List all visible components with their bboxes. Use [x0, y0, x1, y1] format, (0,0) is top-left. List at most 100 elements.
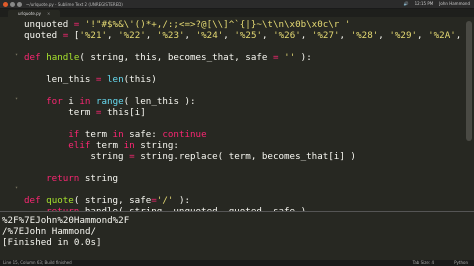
status-bar: Line 15, Column 63; Build finished Tab S…: [0, 260, 474, 266]
console-line: /%7EJohn Hammond/: [2, 226, 97, 237]
code-token: term: [79, 129, 113, 140]
tab-close-icon[interactable]: ×: [47, 10, 50, 17]
fold-arrow-icon[interactable]: ▾: [15, 96, 18, 102]
code-token: continue: [162, 129, 207, 140]
code-token: '%27': [311, 30, 340, 41]
close-window-button[interactable]: [3, 1, 8, 7]
code-token: len_this: [24, 74, 96, 85]
code-token: unquoted: [24, 19, 74, 30]
code-token: ,: [339, 30, 351, 41]
code-token: safe:: [123, 129, 163, 140]
code-token: ,: [262, 30, 274, 41]
code-token: ,: [378, 30, 390, 41]
code-token: ( len_this ):: [123, 96, 196, 107]
code-token: ,: [107, 30, 119, 41]
code-token: in: [112, 129, 124, 140]
code-token: '!"#$%&\'()*+,/:;<=>?@[\\]^`{|}~\t\n\x0b…: [79, 19, 351, 30]
code-token: handle: [46, 52, 80, 63]
code-token: if: [68, 129, 80, 140]
code-token: string: [24, 151, 130, 162]
build-output-panel: %2F%7EJohn%20Hammond%2F/%7EJohn Hammond/…: [0, 211, 474, 261]
code-line[interactable]: return string: [24, 173, 118, 184]
code-token: string.replace( term, becomes_that[i] ): [134, 151, 356, 162]
code-token: '%2A': [428, 30, 456, 41]
code-token: ,: [300, 30, 312, 41]
code-line[interactable]: if term in safe: continue: [24, 129, 207, 140]
user-menu[interactable]: John Hammond: [439, 1, 470, 6]
window-title: ~/urlquote.py - Sublime Text 2 (UNREGIST…: [26, 1, 123, 7]
vertical-scrollbar[interactable]: [464, 17, 474, 211]
tab-bar: urlquote.py ×: [0, 9, 474, 17]
code-token: in: [79, 96, 91, 107]
code-token: '%25': [234, 30, 263, 41]
console-line: [Finished in 0.0s]: [2, 237, 102, 248]
scrollbar-thumb[interactable]: [466, 21, 472, 141]
code-token: term: [24, 107, 96, 118]
code-token: '/': [156, 195, 174, 206]
os-title-bar: ~/urlquote.py - Sublime Text 2 (UNREGIST…: [0, 0, 474, 9]
code-line[interactable]: term = this[i]: [24, 107, 146, 118]
code-token: len: [107, 74, 124, 85]
volume-icon[interactable]: 🔊: [404, 1, 409, 6]
code-token: ( string, safe: [73, 195, 152, 206]
minimize-window-button[interactable]: [10, 1, 15, 7]
code-editor[interactable]: ▾ ▾ ▾ ▾ unquoted = '!"#$%&\'()*+,/:;<=>?…: [0, 17, 474, 224]
code-token: return: [46, 173, 80, 184]
code-token: def: [24, 52, 41, 63]
system-tray: 🔊 12:15 PM John Hammond: [404, 1, 470, 6]
fold-arrow-icon[interactable]: ▾: [15, 185, 18, 191]
code-line[interactable]: quoted = ['%21', '%22', '%23', '%24', '%…: [24, 30, 462, 41]
code-token: '%29': [389, 30, 418, 41]
code-line[interactable]: len_this = len(this): [24, 74, 157, 85]
code-token: ,: [184, 30, 196, 41]
code-token: i: [62, 96, 80, 107]
window-controls: [3, 1, 22, 7]
code-token: this[i]: [101, 107, 146, 118]
code-line[interactable]: def quote( string, safe='/' ):: [24, 195, 190, 206]
tab-urlquote[interactable]: urlquote.py ×: [8, 10, 61, 17]
tab-label: urlquote.py: [18, 11, 42, 16]
maximize-window-button[interactable]: [17, 1, 22, 7]
code-area[interactable]: unquoted = '!"#$%&\'()*+,/:;<=>?@[\\]^`{…: [22, 17, 462, 211]
console-line: %2F%7EJohn%20Hammond%2F: [2, 215, 130, 226]
code-token: ,: [455, 30, 462, 41]
code-token: ):: [295, 52, 312, 63]
code-token: term: [90, 140, 124, 151]
line-gutter: ▾ ▾ ▾ ▾: [0, 17, 22, 224]
syntax-mode-indicator[interactable]: Python: [454, 260, 468, 266]
code-token: ):: [173, 195, 191, 206]
code-token: string: [79, 173, 119, 184]
code-token: range: [95, 96, 124, 107]
code-token: quote: [46, 195, 74, 206]
code-token: quoted: [24, 30, 63, 41]
code-line[interactable]: def handle( string, this, becomes_that, …: [24, 52, 312, 63]
code-token: '%22': [118, 30, 146, 41]
clock[interactable]: 12:15 PM: [415, 1, 434, 6]
status-text: Line 15, Column 63; Build finished: [3, 260, 72, 265]
code-token: string:: [134, 140, 179, 151]
code-token: def: [24, 195, 41, 206]
code-token: ,: [145, 30, 157, 41]
code-token: ( string, this, becomes_that, safe: [79, 52, 273, 63]
code-token: elif: [68, 140, 91, 151]
code-token: '%26': [273, 30, 301, 41]
code-token: '': [284, 52, 296, 63]
code-token: '%23': [156, 30, 185, 41]
code-line[interactable]: unquoted = '!"#$%&\'()*+,/:;<=>?@[\\]^`{…: [24, 19, 350, 30]
code-token: ,: [417, 30, 429, 41]
fold-arrow-icon[interactable]: ▾: [15, 52, 18, 58]
code-token: '%21': [79, 30, 108, 41]
code-token: (this): [123, 74, 157, 85]
tab-size-indicator[interactable]: Tab Size: 4: [413, 260, 434, 266]
code-token: '%28': [350, 30, 379, 41]
code-token: [: [68, 30, 80, 41]
code-line[interactable]: for i in range( len_this ):: [24, 96, 196, 107]
code-token: ,: [223, 30, 235, 41]
code-token: '%24': [195, 30, 224, 41]
code-line[interactable]: string = string.replace( term, becomes_t…: [24, 151, 356, 162]
code-line[interactable]: elif term in string:: [24, 140, 179, 151]
